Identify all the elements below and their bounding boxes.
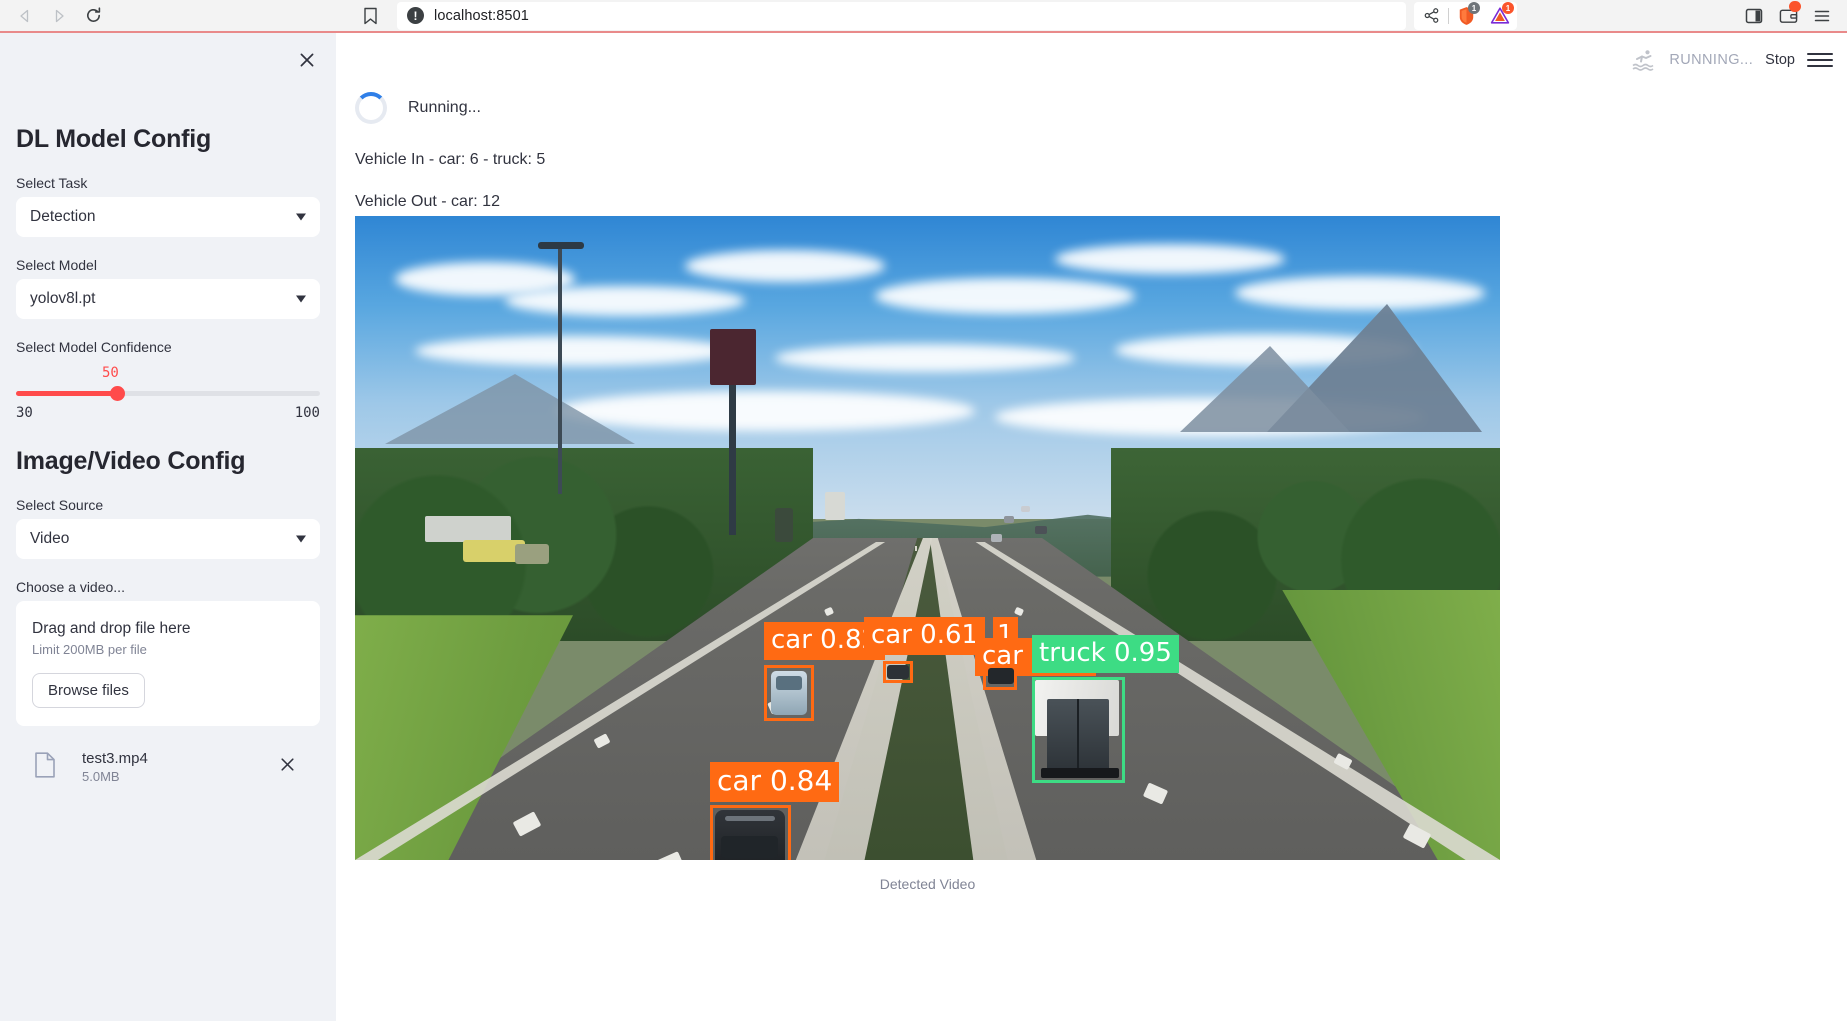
scene-cloud (685, 250, 885, 282)
select-confidence-label: Select Model Confidence (16, 339, 320, 355)
scene-building (425, 516, 511, 542)
app-status-bar: RUNNING... Stop (1631, 43, 1833, 77)
select-model-dropdown[interactable]: yolov8l.pt (16, 279, 320, 319)
scene-mountain (1180, 346, 1350, 432)
scene-vehicle-dark-car-right (988, 668, 1014, 684)
spinner-status-text: Running... (408, 99, 481, 117)
running-spinner-row: Running... (355, 89, 545, 127)
scene-cloud (875, 278, 1135, 314)
scene-truck-chassis (1041, 768, 1119, 778)
brave-wallet-icon[interactable] (1771, 0, 1805, 32)
detection-label-car-084: car 0.84 (710, 762, 839, 802)
share-icon[interactable] (1414, 0, 1448, 32)
wallet-notification-badge (1789, 1, 1801, 12)
select-model-label: Select Model (16, 257, 320, 273)
address-bar-url: localhost:8501 (434, 8, 529, 24)
choose-video-label: Choose a video... (16, 579, 320, 595)
confidence-slider-min: 30 (16, 405, 33, 421)
scene-cloud (775, 344, 1075, 372)
scene-distant-vehicle (991, 534, 1002, 542)
confidence-slider-thumb[interactable] (110, 386, 125, 401)
uploaded-file-row: test3.mp4 5.0MB (16, 744, 320, 790)
scene-vehicle-dark-car-far (887, 665, 909, 679)
hamburger-menu-icon[interactable] (1807, 47, 1833, 73)
detected-video-container: car 0.82 car 0.61 1 car 0.75 truck 0.95 (355, 216, 1500, 892)
rewards-count-badge: 1 (1502, 2, 1514, 14)
chevron-down-icon (296, 296, 306, 303)
scene-truck-door-split (1077, 699, 1079, 771)
remove-file-icon[interactable] (279, 756, 296, 778)
scene-cloud (505, 286, 745, 316)
bookmark-icon[interactable] (355, 0, 385, 32)
scene-cloud (415, 336, 735, 366)
scene-distant-vehicle (1004, 516, 1014, 523)
confidence-slider-max: 100 (295, 405, 320, 421)
scene-distant-vehicle (1035, 526, 1047, 534)
scene-mountain (385, 374, 635, 444)
address-bar[interactable]: ! localhost:8501 (397, 2, 1406, 30)
streamlit-app: DL Model Config Select Task Detection Se… (0, 33, 1847, 1021)
sidebar-panel-icon[interactable] (1737, 0, 1771, 32)
select-source-label: Select Source (16, 497, 320, 513)
dropzone-limit: Limit 200MB per file (32, 642, 304, 657)
scene-distant-vehicle (1021, 506, 1030, 512)
brave-rewards-triangle-icon[interactable]: 1 (1483, 0, 1517, 32)
select-source-dropdown[interactable]: Video (16, 519, 320, 559)
content-column: Running... Vehicle In - car: 6 - truck: … (336, 33, 545, 211)
select-task-value: Detection (30, 208, 95, 226)
scene-light-pole-head (538, 242, 584, 249)
scene-cloud (1055, 244, 1285, 274)
shields-count-badge: 1 (1468, 2, 1480, 14)
uploaded-file-size: 5.0MB (82, 769, 148, 784)
detected-video-frame: car 0.82 car 0.61 1 car 0.75 truck 0.95 (355, 216, 1500, 860)
dl-model-config-heading: DL Model Config (16, 125, 320, 154)
video-caption: Detected Video (355, 876, 1500, 892)
forward-arrow-icon[interactable] (42, 0, 76, 32)
vehicle-in-stat: Vehicle In - car: 6 - truck: 5 (355, 151, 545, 169)
scene-parked-truck-body (515, 544, 549, 564)
scene-vehicle-silver-car-window (776, 676, 802, 690)
confidence-slider-value: 50 (102, 365, 119, 381)
close-icon[interactable] (290, 43, 324, 77)
uploaded-file-name: test3.mp4 (82, 750, 148, 767)
scene-barrier (915, 546, 917, 551)
chevron-down-icon (296, 214, 306, 221)
scene-sign-board (710, 329, 756, 385)
detection-label-truck-095: truck 0.95 (1032, 635, 1179, 673)
running-status-label: RUNNING... (1669, 52, 1753, 68)
confidence-slider-fill (16, 391, 118, 396)
main-content: RUNNING... Stop Running... Vehicle In - … (336, 33, 1847, 1021)
scene-sign-post (729, 385, 736, 535)
back-arrow-icon[interactable] (8, 0, 42, 32)
browser-toolbar: ! localhost:8501 1 (0, 0, 1847, 33)
select-task-dropdown[interactable]: Detection (16, 197, 320, 237)
scene-roadside-sign (825, 492, 845, 520)
chevron-down-icon (296, 536, 306, 543)
brave-shields-icon[interactable]: 1 (1449, 0, 1483, 32)
confidence-slider[interactable]: 50 30 100 (16, 365, 320, 419)
scene-light-pole (558, 244, 562, 494)
file-document-icon (34, 752, 60, 783)
scene-roadside-box (775, 508, 793, 542)
browse-files-button[interactable]: Browse files (32, 673, 145, 708)
dropzone-title: Drag and drop file here (32, 620, 304, 638)
select-model-value: yolov8l.pt (30, 290, 95, 308)
reload-icon[interactable] (76, 0, 110, 32)
sidebar: DL Model Config Select Task Detection Se… (0, 33, 336, 1021)
select-source-value: Video (30, 530, 69, 548)
running-man-icon (1631, 47, 1657, 73)
select-task-label: Select Task (16, 175, 320, 191)
loading-spinner-icon (355, 92, 387, 124)
not-secure-info-icon[interactable]: ! (407, 7, 424, 24)
scene-vehicle-windshield (721, 836, 778, 858)
browser-menu-icon[interactable] (1805, 0, 1839, 32)
file-dropzone[interactable]: Drag and drop file here Limit 200MB per … (16, 601, 320, 726)
stop-button[interactable]: Stop (1765, 52, 1795, 68)
image-video-config-heading: Image/Video Config (16, 447, 320, 476)
scene-vehicle-roof-rails (725, 816, 775, 821)
vehicle-out-stat: Vehicle Out - car: 12 (355, 193, 545, 211)
detection-label-car-061: car 0.61 (864, 617, 985, 655)
